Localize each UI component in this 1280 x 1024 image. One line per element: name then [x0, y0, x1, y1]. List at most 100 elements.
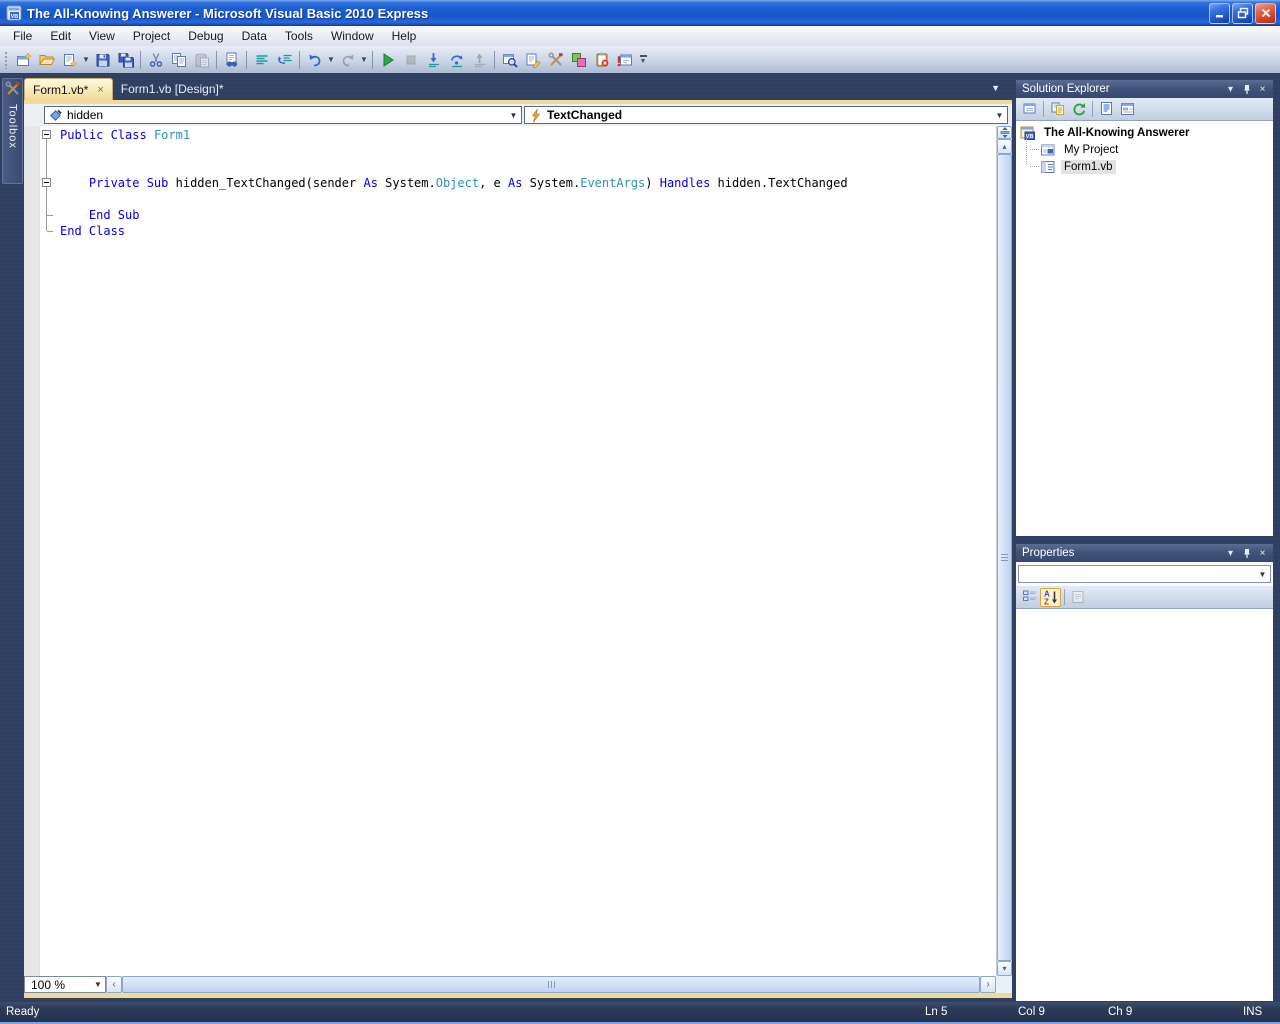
properties-window-button[interactable] — [521, 49, 544, 71]
menu-data[interactable]: Data — [233, 27, 276, 46]
collapse-region-button[interactable] — [42, 178, 51, 187]
error-list-button[interactable] — [590, 49, 613, 71]
comment-lines-button[interactable] — [250, 49, 273, 71]
alphabetical-button[interactable]: AZ — [1040, 588, 1061, 607]
horizontal-scroll-thumb[interactable] — [122, 976, 980, 993]
toolbox-autohide-tab[interactable]: Toolbox — [2, 78, 23, 184]
window-title: The All-Knowing Answerer - Microsoft Vis… — [27, 6, 1207, 21]
show-all-files-button[interactable] — [1047, 100, 1068, 119]
menu-project[interactable]: Project — [124, 27, 179, 46]
restore-button[interactable] — [1232, 3, 1253, 24]
outline-end-tick — [47, 215, 53, 216]
pin-icon[interactable] — [1239, 546, 1254, 560]
toolbox-button[interactable] — [544, 49, 567, 71]
collapse-region-button[interactable] — [42, 130, 51, 139]
event-combobox[interactable]: TextChanged ▼ — [524, 106, 1008, 124]
copy-button[interactable] — [167, 49, 190, 71]
vertical-scroll-track[interactable] — [997, 154, 1012, 961]
menu-debug[interactable]: Debug — [179, 27, 232, 46]
menu-help[interactable]: Help — [383, 27, 426, 46]
view-code-button[interactable] — [1096, 100, 1117, 119]
navigate-backward-button[interactable] — [273, 49, 296, 71]
object-browser-icon — [571, 52, 587, 68]
standard-toolbar: ▼ ▼ ▼ ▼ — [0, 46, 1280, 73]
solution-explorer-body[interactable]: VB The All-Knowing Answerer My Project F… — [1016, 121, 1273, 536]
menu-window[interactable]: Window — [322, 27, 383, 46]
document-tab[interactable]: Form1.vb [Design]* — [113, 78, 232, 100]
split-editor-handle[interactable] — [997, 126, 1012, 139]
toolbar-overflow-button[interactable]: ▼ — [636, 49, 650, 71]
find-in-files-button[interactable] — [220, 49, 243, 71]
combo-dropdown-icon[interactable]: ▼ — [1255, 570, 1270, 579]
properties-header[interactable]: Properties ▾ × — [1016, 544, 1273, 562]
tree-item-solution-root[interactable]: VB The All-Knowing Answerer — [1016, 124, 1273, 141]
view-designer-button[interactable] — [1117, 100, 1138, 119]
properties-button[interactable] — [1019, 100, 1040, 119]
immediate-window-button[interactable] — [613, 49, 636, 71]
status-bar: Ready Ln 5 Col 9 Ch 9 INS — [0, 1002, 1280, 1024]
document-list-dropdown-icon[interactable]: ▼ — [991, 83, 1000, 93]
step-into-button[interactable] — [422, 49, 445, 71]
vertical-scrollbar[interactable]: ▴ ▾ — [996, 126, 1012, 976]
object-browser-button[interactable] — [567, 49, 590, 71]
indicator-margin[interactable] — [24, 126, 40, 976]
horizontal-scroll-track[interactable] — [122, 976, 980, 993]
document-tab[interactable]: Form1.vb*× — [24, 78, 113, 100]
window-position-icon[interactable]: ▾ — [1223, 546, 1238, 560]
dropdown-caret-icon[interactable]: ▼ — [326, 55, 336, 64]
vertical-scroll-thumb[interactable] — [997, 154, 1012, 961]
step-over-button[interactable] — [445, 49, 468, 71]
solution-explorer-button[interactable] — [498, 49, 521, 71]
properties-grid[interactable] — [1016, 609, 1273, 1001]
scroll-left-button[interactable]: ‹ — [106, 976, 122, 993]
minimize-button[interactable] — [1209, 3, 1230, 24]
categorized-button[interactable] — [1019, 588, 1040, 607]
code-line: End Sub — [60, 207, 996, 223]
close-panel-icon[interactable]: × — [1255, 82, 1270, 96]
editor-zoom-combobox[interactable]: 100 % ▼ — [24, 976, 106, 993]
save-button[interactable] — [91, 49, 114, 71]
scroll-right-button[interactable]: › — [980, 976, 996, 993]
combo-dropdown-icon[interactable]: ▼ — [992, 111, 1007, 120]
menu-tools[interactable]: Tools — [276, 27, 322, 46]
tree-item-form1[interactable]: Form1.vb — [1016, 158, 1273, 175]
vb-form-icon — [1040, 159, 1057, 175]
menu-edit[interactable]: Edit — [41, 27, 80, 46]
refresh-button[interactable] — [1068, 100, 1089, 119]
code-line: Private Sub hidden_TextChanged(sender As… — [60, 175, 996, 191]
tab-close-button[interactable]: × — [97, 85, 103, 95]
save-all-button[interactable] — [114, 49, 137, 71]
scroll-up-button[interactable]: ▴ — [997, 139, 1012, 154]
tree-guide — [1030, 166, 1039, 167]
solution-explorer-header[interactable]: Solution Explorer ▾ × — [1016, 80, 1273, 98]
pin-icon[interactable] — [1239, 82, 1254, 96]
close-button[interactable] — [1255, 3, 1276, 24]
menu-view[interactable]: View — [80, 27, 124, 46]
splitter-icon — [999, 127, 1011, 138]
close-panel-icon[interactable]: × — [1255, 546, 1270, 560]
combo-dropdown-icon[interactable]: ▼ — [506, 111, 521, 120]
dropdown-caret-icon[interactable]: ▼ — [359, 55, 369, 64]
se-separator — [1043, 101, 1044, 117]
new-project-button[interactable] — [12, 49, 35, 71]
open-file-button[interactable] — [35, 49, 58, 71]
toolbar-grip[interactable] — [4, 51, 8, 69]
scroll-down-button[interactable]: ▾ — [997, 961, 1012, 976]
combo-dropdown-icon[interactable]: ▼ — [91, 980, 105, 989]
object-combobox[interactable]: hidden ▼ — [44, 106, 522, 124]
start-debugging-button[interactable] — [376, 49, 399, 71]
categorized-icon — [1022, 589, 1038, 605]
menu-file[interactable]: File — [4, 27, 41, 46]
show-all-files-icon — [1050, 101, 1066, 117]
dropdown-caret-icon[interactable]: ▼ — [81, 55, 91, 64]
object-combobox-value: hidden — [64, 108, 506, 122]
immediate-window-icon — [617, 52, 633, 68]
add-new-item-button[interactable] — [58, 49, 81, 71]
window-position-icon[interactable]: ▾ — [1223, 82, 1238, 96]
code-surface[interactable]: Public Class Form1 Private Sub hidden_Te… — [40, 126, 996, 976]
undo-button[interactable] — [303, 49, 326, 71]
tree-item-my-project[interactable]: My Project — [1016, 141, 1273, 158]
code-navigation-bar: hidden ▼ TextChanged ▼ — [24, 104, 1012, 126]
cut-button[interactable] — [144, 49, 167, 71]
properties-object-combobox[interactable]: ▼ — [1018, 565, 1271, 583]
